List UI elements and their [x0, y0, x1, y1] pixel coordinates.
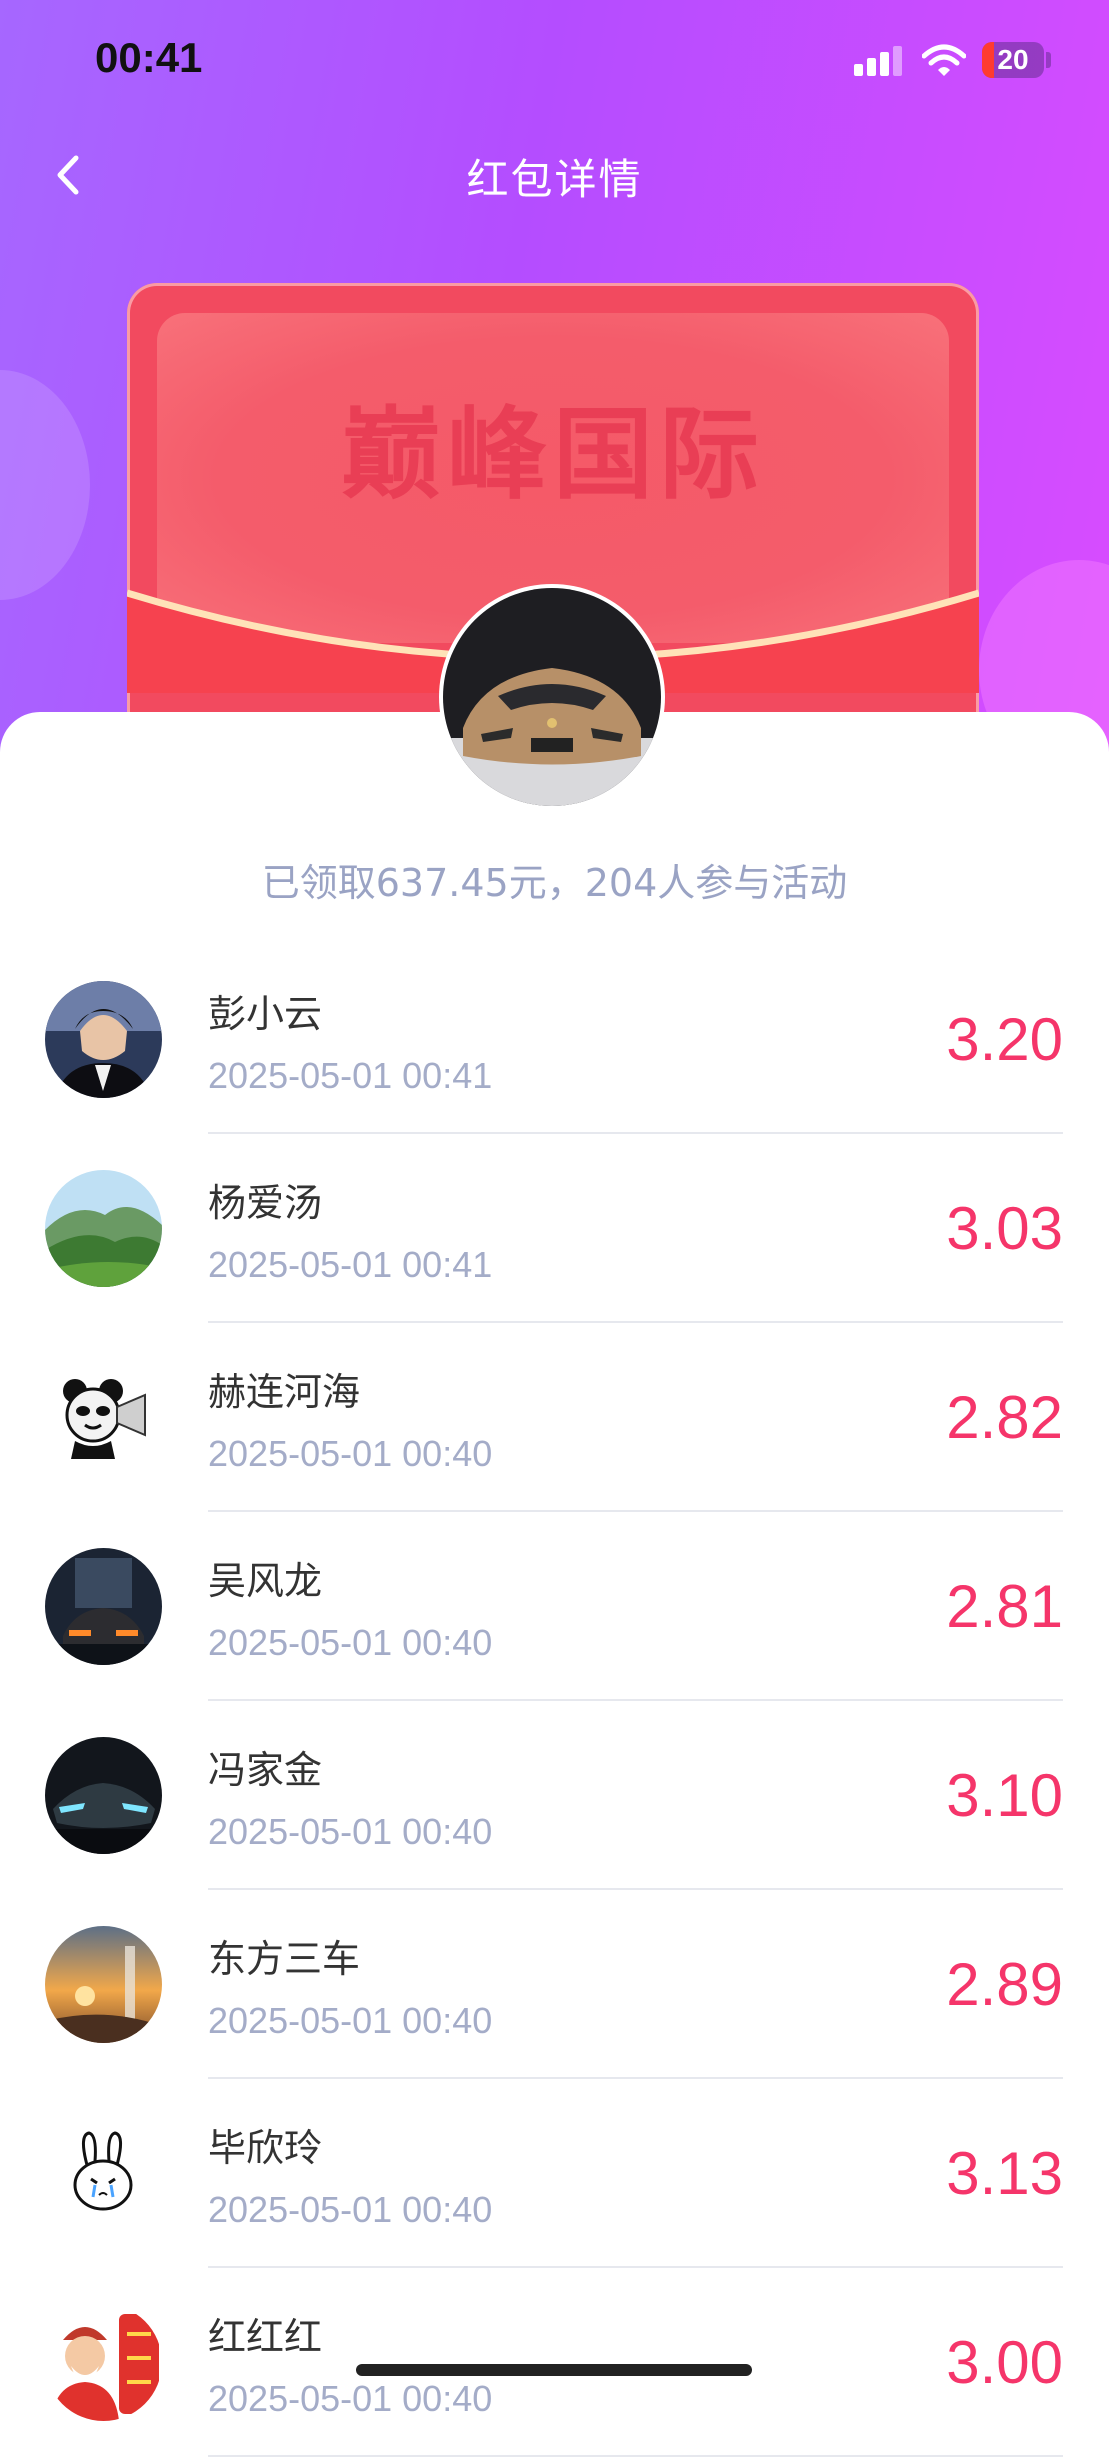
- decorative-bubble-left: [0, 370, 90, 600]
- list-item[interactable]: 杨爱汤 2025-05-01 00:41 3.03: [0, 1134, 1109, 1323]
- supercar-front-avatar: [45, 1737, 162, 1854]
- crying-rabbit-avatar: [45, 2115, 162, 2232]
- list-item[interactable]: 冯家金 2025-05-01 00:40 3.10: [0, 1701, 1109, 1890]
- sports-car-tunnel-avatar: [45, 1548, 162, 1665]
- list-item[interactable]: 彭小云 2025-05-01 00:41 3.20: [0, 945, 1109, 1134]
- claimer-name: 冯家金: [208, 1748, 323, 1792]
- claim-time: 2025-05-01 00:40: [208, 2378, 493, 2419]
- wifi-icon: [922, 44, 966, 76]
- list-item[interactable]: 赫连河海 2025-05-01 00:40 2.82: [0, 1323, 1109, 1512]
- claim-time: 2025-05-01 00:40: [208, 1433, 493, 1474]
- panda-meme-avatar: [45, 1359, 162, 1476]
- claim-amount: 3.13: [946, 2140, 1063, 2207]
- sunset-waterfall-avatar: [45, 1926, 162, 2043]
- claim-amount: 2.82: [946, 1384, 1063, 1451]
- claim-time: 2025-05-01 00:41: [208, 1055, 493, 1096]
- claimer-name: 杨爱汤: [208, 1181, 323, 1225]
- claim-amount: 3.20: [946, 1006, 1063, 1073]
- battery-nub: [1046, 52, 1051, 68]
- claim-amount: 2.89: [946, 1951, 1063, 2018]
- claim-time: 2025-05-01 00:40: [208, 1811, 493, 1852]
- claim-amount: 2.81: [946, 1573, 1063, 1640]
- claim-time: 2025-05-01 00:40: [208, 2189, 493, 2230]
- cellular-signal-icon: [854, 46, 904, 76]
- claim-amount: 3.03: [946, 1195, 1063, 1262]
- claimer-name: 彭小云: [208, 992, 323, 1036]
- battery-level: 20: [997, 44, 1029, 75]
- claimer-name: 吴风龙: [208, 1559, 323, 1603]
- claimer-name: 赫连河海: [208, 1370, 361, 1414]
- claimer-name: 毕欣玲: [208, 2126, 323, 2170]
- claimer-name: 东方三车: [208, 1937, 361, 1981]
- claim-time: 2025-05-01 00:41: [208, 1244, 493, 1285]
- car-avatar: [443, 588, 661, 806]
- home-indicator[interactable]: [356, 2364, 752, 2376]
- claim-amount: 3.00: [946, 2329, 1063, 2396]
- claim-summary: 已领取637.45元，204人参与活动: [261, 861, 848, 905]
- claimer-name: 红红红: [208, 2315, 323, 2359]
- list-item[interactable]: 吴风龙 2025-05-01 00:40 2.81: [0, 1512, 1109, 1701]
- list-item[interactable]: 毕欣玲 2025-05-01 00:40 3.13: [0, 2079, 1109, 2268]
- fortune-god-avatar: [45, 2304, 162, 2421]
- man-portrait-avatar: [45, 981, 162, 1098]
- claim-time: 2025-05-01 00:40: [208, 2000, 493, 2041]
- claim-amount: 3.10: [946, 1762, 1063, 1829]
- status-time: 00:41: [95, 34, 203, 81]
- mountain-landscape-avatar: [45, 1170, 162, 1287]
- claim-time: 2025-05-01 00:40: [208, 1622, 493, 1663]
- claim-list: 彭小云 2025-05-01 00:41 3.20 杨爱汤 2025-05-01…: [0, 945, 1109, 2457]
- list-item[interactable]: 东方三车 2025-05-01 00:40 2.89: [0, 1890, 1109, 2079]
- page-title: 红包详情: [466, 155, 643, 204]
- battery-icon: 20: [982, 42, 1044, 78]
- envelope-brand-text: 巅峰国际: [341, 396, 765, 513]
- list-item[interactable]: 红红红 2025-05-01 00:40 3.00: [0, 2268, 1109, 2457]
